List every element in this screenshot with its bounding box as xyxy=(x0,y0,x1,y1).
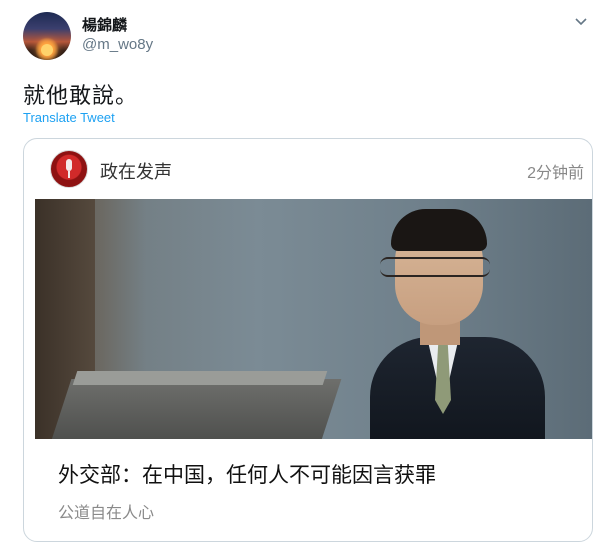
user-handle[interactable]: @m_wo8y xyxy=(82,36,153,53)
tweet-text: 就他敢說。 xyxy=(23,83,139,108)
microphone-icon xyxy=(50,150,88,188)
card-header: 政在发声 2分钟前 xyxy=(24,139,592,199)
source-name: 政在发声 xyxy=(100,162,172,182)
link-card[interactable]: 政在发声 2分钟前 外交部：在中国，任何人不可能因言获罪 公道自在人心 xyxy=(23,138,593,542)
tweet: 楊錦麟 @m_wo8y 就他敢說。 Translate Tweet 政在发声 2… xyxy=(0,0,594,547)
avatar-sunset xyxy=(41,44,53,56)
avatar[interactable] xyxy=(23,12,71,60)
chevron-down-icon[interactable] xyxy=(573,14,589,30)
card-subtitle: 公道自在人心 xyxy=(58,505,155,522)
post-time: 2分钟前 xyxy=(527,165,584,182)
card-headline: 外交部：在中国，任何人不可能因言获罪 xyxy=(58,464,436,487)
display-name[interactable]: 楊錦麟 xyxy=(82,14,127,35)
card-photo xyxy=(35,199,592,439)
translate-tweet-link[interactable]: Translate Tweet xyxy=(23,110,115,125)
